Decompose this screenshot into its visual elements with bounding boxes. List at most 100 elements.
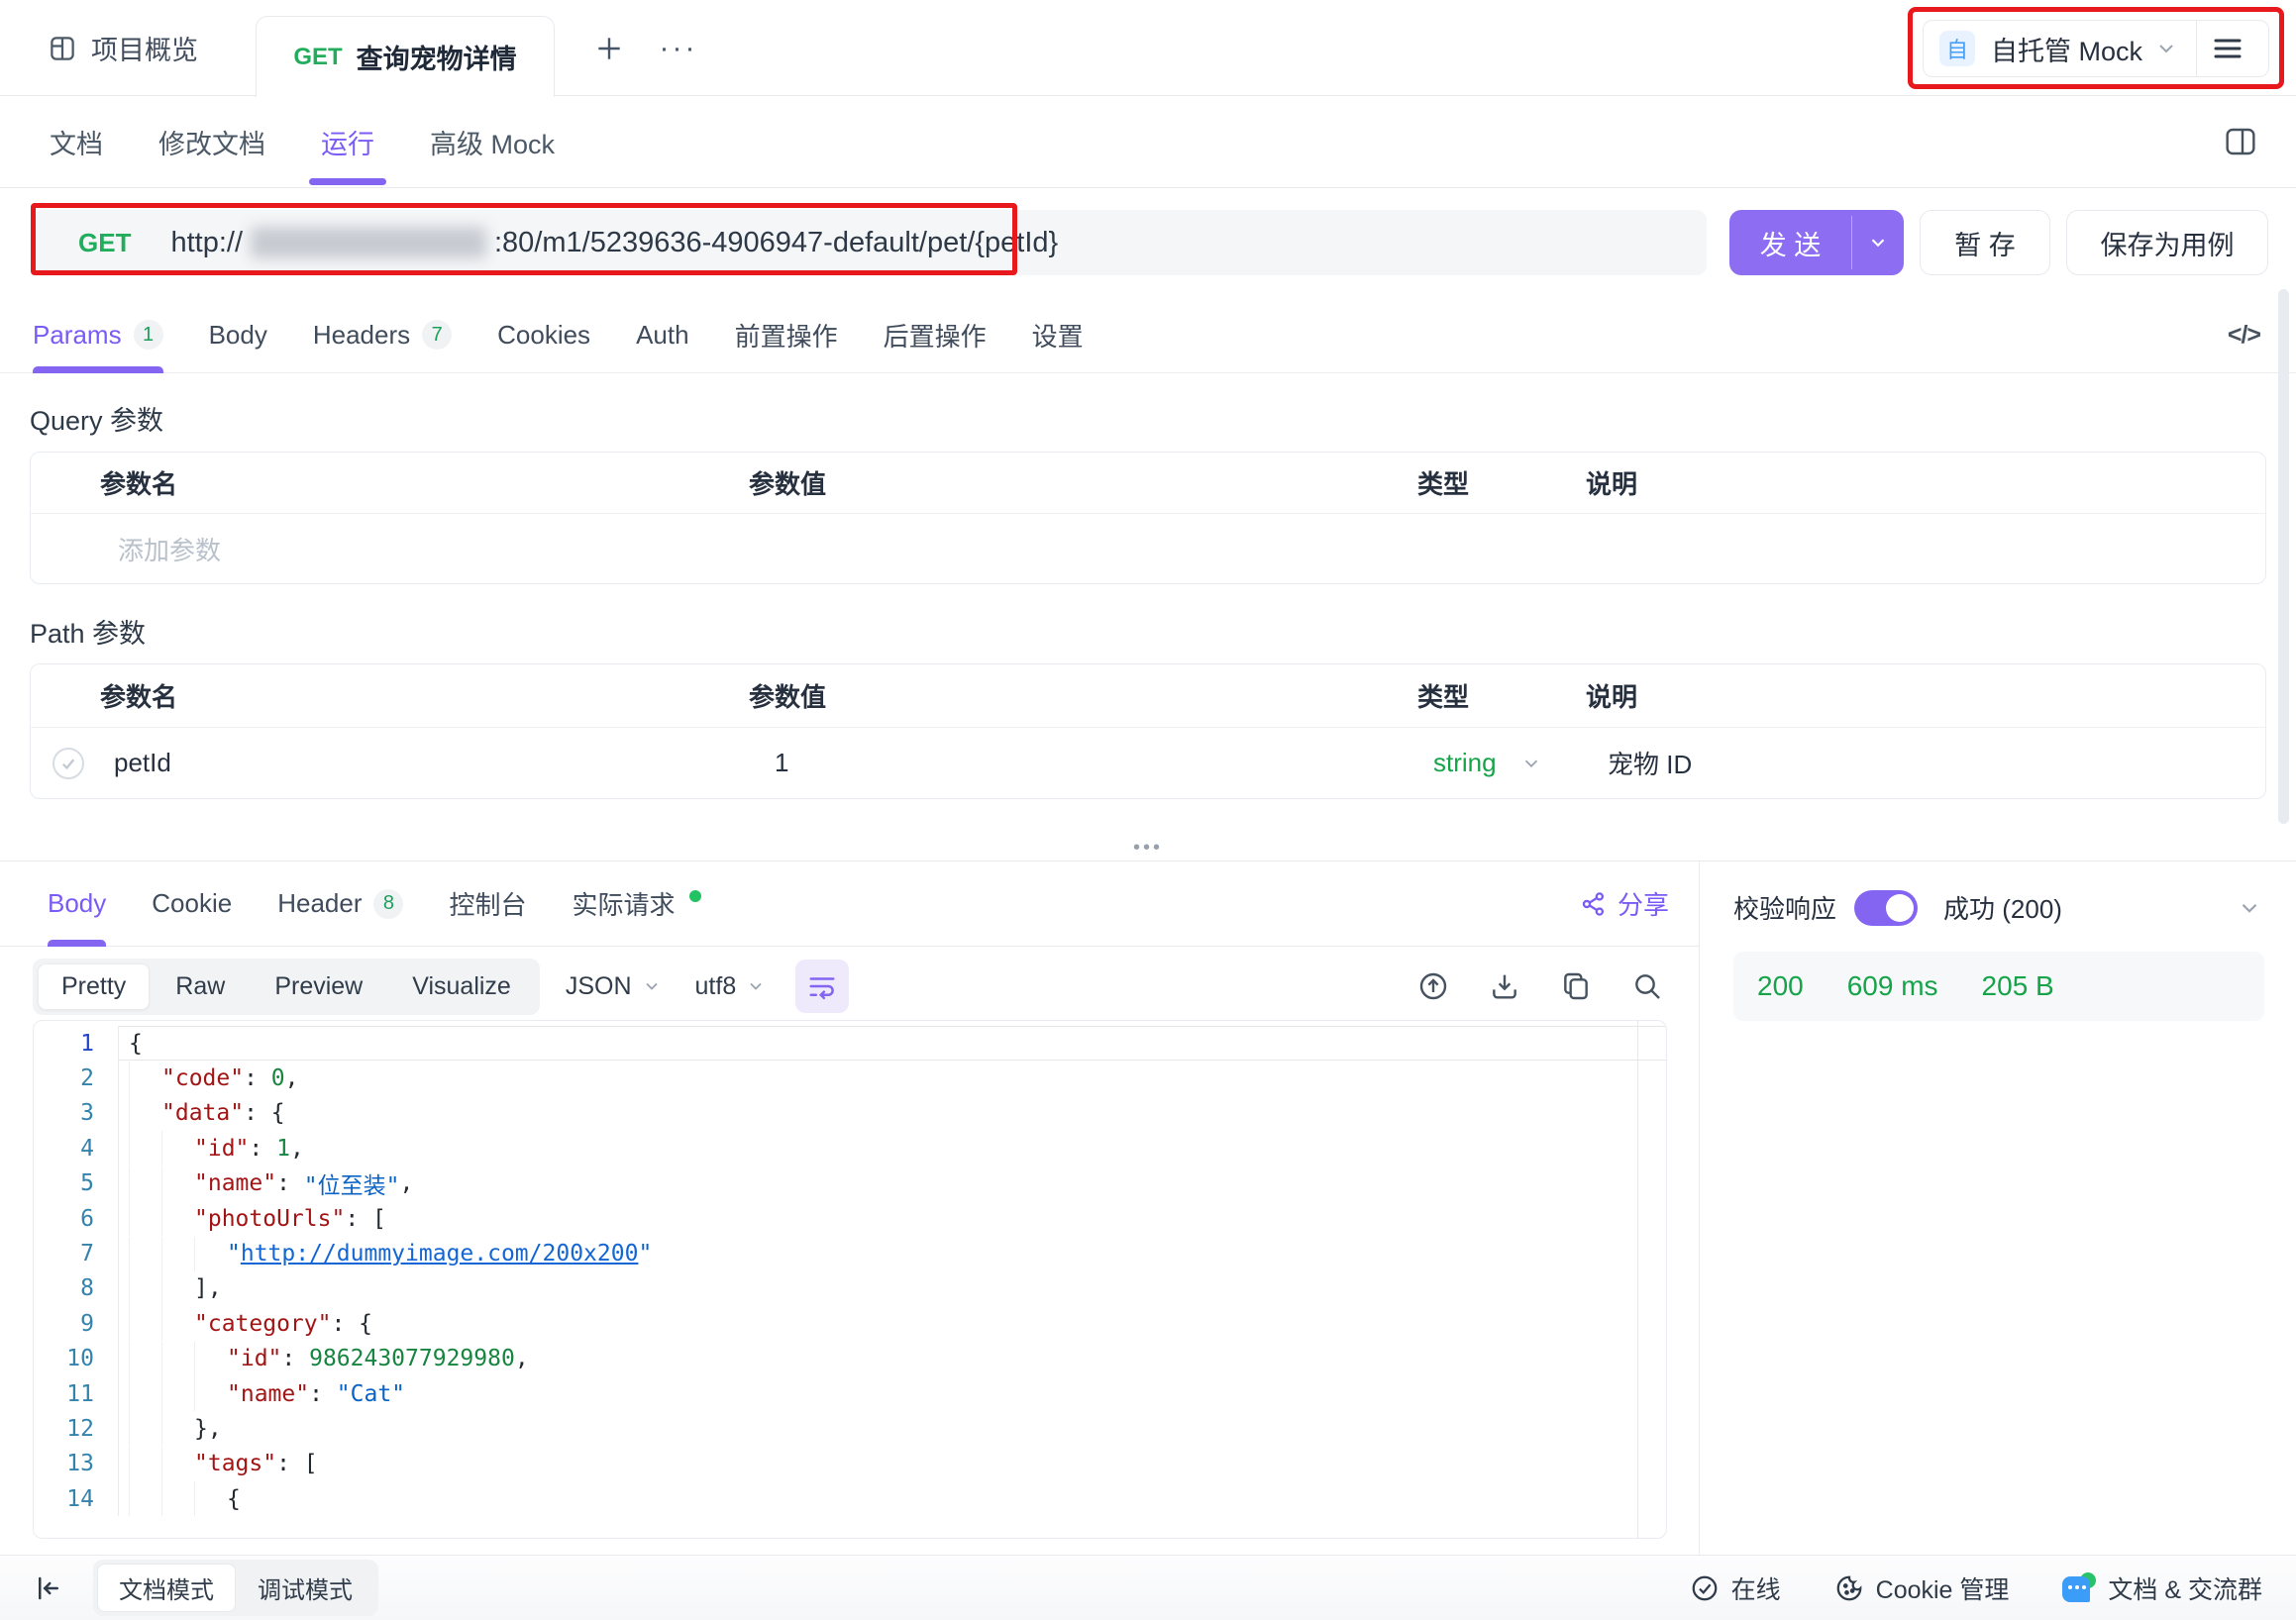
save-as-case-button[interactable]: 保存为用例 [2066, 210, 2268, 275]
code-line: 4"id": 1, [34, 1131, 1666, 1165]
self-hosted-badge-icon: 自 [1939, 31, 1975, 66]
format-select[interactable]: JSON [566, 972, 662, 1001]
doc-mode-button[interactable]: 文档模式 [97, 1564, 236, 1612]
tab-project-overview[interactable]: 项目概览 [48, 0, 198, 96]
chat-bubbles-icon [2062, 1572, 2096, 1604]
mode-raw[interactable]: Raw [152, 963, 249, 1010]
tab-post-ops[interactable]: 后置操作 [884, 297, 987, 372]
param-name[interactable]: petId [114, 748, 171, 778]
code-line: 1{ [34, 1026, 1666, 1061]
code-line: 11"name": "Cat" [34, 1376, 1666, 1411]
table-row: petId 1 string 宠物 ID [31, 728, 2265, 798]
add-param-row[interactable]: 添加参数 [31, 514, 2265, 583]
upload-icon[interactable] [1417, 970, 1449, 1002]
tab-actual-request[interactable]: 实际请求 [573, 861, 701, 946]
params-count-badge: 1 [134, 320, 163, 350]
chevron-down-icon [642, 976, 662, 996]
table-header-row: 参数名 参数值 类型 说明 [31, 664, 2265, 728]
collapse-sidebar-icon[interactable] [34, 1573, 63, 1603]
view-mode-switch: Pretty Raw Preview Visualize [33, 959, 540, 1015]
col-param-name: 参数名 [100, 677, 749, 714]
mode-pretty[interactable]: Pretty [38, 963, 150, 1010]
copy-icon[interactable] [1560, 970, 1592, 1002]
param-enabled-check-icon[interactable] [52, 748, 84, 779]
url-input[interactable]: GET http://:80/m1/5239636-4906947-defaul… [33, 210, 1707, 275]
table-header-row: 参数名 参数值 类型 说明 [31, 453, 2265, 514]
url-value: http://:80/m1/5239636-4906947-default/pe… [170, 227, 1058, 259]
send-button[interactable]: 发 送 [1729, 210, 1904, 275]
method-badge: GET [293, 44, 342, 71]
response-area: Body Cookie Header 8 控制台 实际请求 分享 Pretty [0, 861, 2296, 1555]
tab-params[interactable]: Params 1 [33, 297, 163, 372]
send-options-chevron-icon[interactable] [1852, 210, 1904, 275]
masked-host [251, 227, 486, 258]
tab-body[interactable]: Body [209, 297, 267, 372]
mode-visualize[interactable]: Visualize [388, 963, 535, 1010]
path-params-title: Path 参数 [30, 612, 146, 651]
scrollbar[interactable] [2278, 289, 2289, 824]
tab-pre-ops[interactable]: 前置操作 [735, 297, 838, 372]
response-tabs: Body Cookie Header 8 控制台 实际请求 分享 [0, 861, 1699, 947]
layout-split-icon[interactable] [2225, 127, 2256, 156]
col-type: 类型 [1417, 464, 1586, 501]
code-line: 7"http://dummyimage.com/200x200" [34, 1236, 1666, 1270]
cookie-manager-button[interactable]: Cookie 管理 [1834, 1570, 2010, 1606]
tab-list-more-button[interactable]: ··· [656, 26, 701, 71]
docs-community-button[interactable]: 文档 & 交流群 [2062, 1570, 2262, 1606]
response-actions [1417, 970, 1663, 1002]
tab-edit-docs[interactable]: 修改文档 [158, 96, 265, 187]
validate-response-toggle[interactable] [1854, 890, 1918, 926]
env-menu-button[interactable] [2197, 20, 2258, 77]
chevron-down-icon[interactable] [2154, 37, 2178, 60]
stash-button[interactable]: 暂 存 [1920, 210, 2050, 275]
share-label: 分享 [1618, 885, 1669, 922]
tab-docs[interactable]: 文档 [50, 96, 103, 187]
param-type-select[interactable]: string [1417, 748, 1586, 778]
tab-cookies[interactable]: Cookies [497, 297, 590, 372]
top-tab-bar: 项目概览 GET 查询宠物详情 ··· 自 自托管 Mock [0, 0, 2296, 96]
tab-response-body[interactable]: Body [48, 861, 106, 946]
code-line: 6"photoUrls": [ [34, 1201, 1666, 1236]
encoding-select[interactable]: utf8 [695, 972, 767, 1001]
response-json-editor[interactable]: 1{2"code": 0,3"data": {4"id": 1,5"name":… [33, 1020, 1667, 1539]
mode-preview[interactable]: Preview [251, 963, 386, 1010]
tab-title: 查询宠物详情 [357, 38, 517, 76]
tab-console[interactable]: 控制台 [449, 861, 526, 946]
mock-env-label[interactable]: 自托管 Mock [1991, 30, 2142, 68]
tab-get-pet-detail[interactable]: GET 查询宠物详情 [256, 16, 555, 97]
new-tab-button[interactable] [586, 26, 632, 71]
col-desc: 说明 [1586, 464, 2265, 501]
tab-headers[interactable]: Headers 7 [313, 297, 452, 372]
grid-icon [48, 34, 77, 63]
tab-advanced-mock[interactable]: 高级 Mock [430, 96, 555, 187]
param-desc[interactable]: 宠物 ID [1586, 745, 2265, 781]
chevron-down-icon[interactable] [2237, 895, 2262, 921]
generate-code-icon[interactable]: </> [2228, 321, 2260, 350]
tab-response-header[interactable]: Header 8 [277, 861, 403, 946]
validate-response-label: 校验响应 [1733, 889, 1836, 926]
code-line: 5"name": "位至装", [34, 1166, 1666, 1201]
code-lines: 1{2"code": 0,3"data": {4"id": 1,5"name":… [34, 1026, 1666, 1516]
online-status[interactable]: 在线 [1690, 1570, 1781, 1606]
url-method-label: GET [78, 228, 131, 258]
debug-mode-button[interactable]: 调试模式 [236, 1564, 374, 1612]
tab-settings[interactable]: 设置 [1032, 297, 1084, 372]
word-wrap-icon[interactable] [795, 960, 849, 1013]
search-icon[interactable] [1631, 970, 1663, 1002]
param-value[interactable]: 1 [749, 748, 1417, 778]
check-circle-icon [1690, 1573, 1720, 1603]
col-desc: 说明 [1586, 677, 2265, 714]
code-line: 13"tags": [ [34, 1447, 1666, 1481]
share-button[interactable]: 分享 [1580, 885, 1669, 922]
pane-resize-handle[interactable]: ••• [1113, 837, 1183, 861]
tab-response-cookie[interactable]: Cookie [152, 861, 232, 946]
tab-auth[interactable]: Auth [636, 297, 689, 372]
query-params-table: 参数名 参数值 类型 说明 添加参数 [30, 452, 2266, 584]
code-line: 3"data": { [34, 1096, 1666, 1131]
add-param-placeholder: 添加参数 [118, 531, 2265, 567]
col-param-value: 参数值 [749, 677, 1417, 714]
request-url-row: GET http://:80/m1/5239636-4906947-defaul… [0, 188, 2296, 297]
download-icon[interactable] [1489, 970, 1520, 1002]
code-line: 14{ [34, 1481, 1666, 1516]
tab-run[interactable]: 运行 [321, 96, 374, 187]
